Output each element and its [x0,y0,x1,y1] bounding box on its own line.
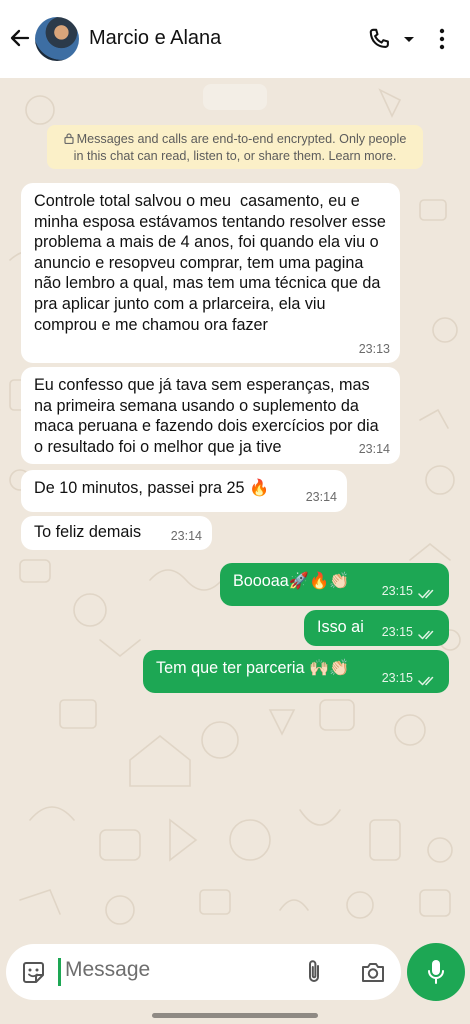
lock-icon [64,133,74,144]
message-time: 23:15 [381,625,413,640]
phone-icon[interactable] [366,26,392,52]
message-input[interactable]: Message [65,958,150,982]
back-arrow-icon[interactable] [8,26,32,50]
text-caret [58,958,61,986]
message-bubble-outgoing[interactable]: Isso ai 23:15 [304,610,449,646]
encryption-notice-text: Messages and calls are end-to-end encryp… [73,132,407,163]
message-bubble-outgoing[interactable]: Boooaa🚀🔥👏🏻 23:15 [220,563,449,606]
mic-icon [428,960,444,984]
read-receipt-icon [418,630,434,640]
emoji-icon[interactable] [21,960,46,985]
encryption-notice[interactable]: Messages and calls are end-to-end encryp… [47,125,423,169]
message-text: Eu confesso que já tava sem esperanças, … [34,376,384,456]
voice-record-button[interactable] [407,943,465,1001]
message-time: 23:14 [358,442,390,457]
message-text: De 10 minutos, passei pra 25 🔥 [34,479,270,497]
chat-header: Marcio e Alana [0,0,470,78]
message-time: 23:15 [381,584,413,599]
home-indicator [152,1013,318,1018]
camera-icon[interactable] [360,960,386,984]
avatar[interactable] [35,17,79,61]
message-time: 23:15 [381,671,413,686]
read-receipt-icon [418,676,434,686]
date-chip [203,84,267,110]
message-bubble-incoming[interactable]: Controle total salvou o meu casamento, e… [21,183,400,363]
read-receipt-icon [418,589,434,599]
message-bubble-incoming[interactable]: Eu confesso que já tava sem esperanças, … [21,367,400,464]
message-composer: Message [6,944,401,1000]
chat-title[interactable]: Marcio e Alana [89,27,221,50]
message-time: 23:13 [358,342,390,357]
more-vert-icon[interactable] [430,26,454,52]
attach-icon[interactable] [303,958,325,986]
message-text: Controle total salvou o meu casamento, e… [34,192,391,334]
message-bubble-outgoing[interactable]: Tem que ter parceria 🙌🏻👏🏻 23:15 [143,650,449,693]
dropdown-caret-icon[interactable] [398,26,420,52]
message-bubble-incoming[interactable]: To feliz demais 23:14 [21,516,212,550]
message-bubble-incoming[interactable]: De 10 minutos, passei pra 25 🔥 23:14 [21,470,347,512]
message-time: 23:14 [170,529,202,544]
message-time: 23:14 [305,490,337,505]
